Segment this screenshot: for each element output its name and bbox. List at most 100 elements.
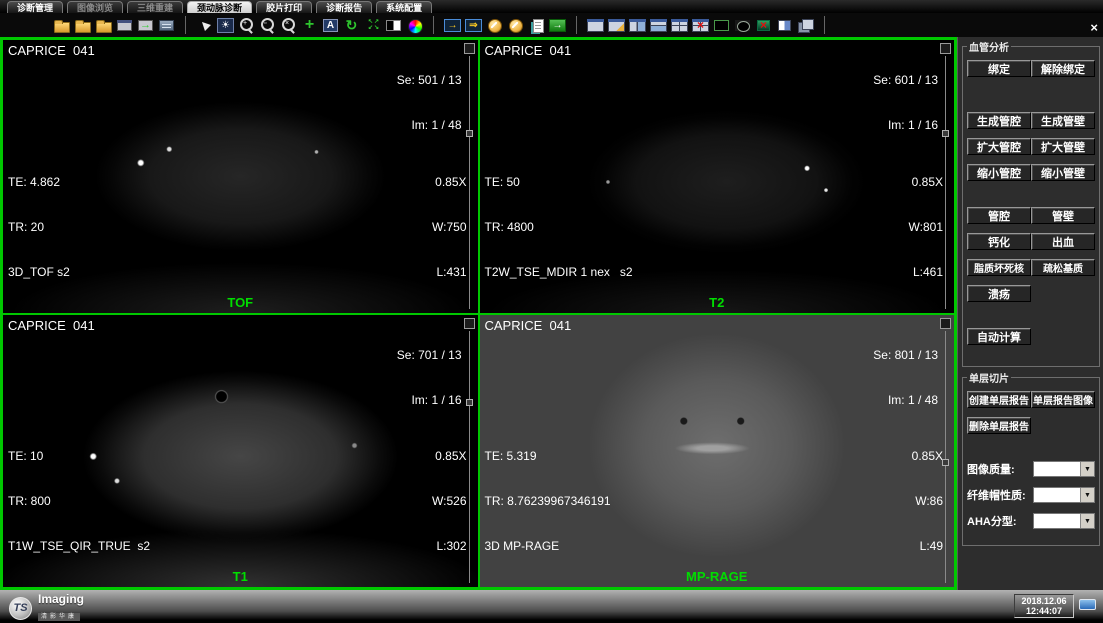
edit-tool-icon[interactable] (506, 16, 525, 35)
slice-scroll-thumb[interactable] (942, 130, 949, 137)
link-layout-icon[interactable]: ⇒ (464, 16, 483, 35)
shrink-lumen-button[interactable]: 缩小管腔 (967, 164, 1031, 181)
tr-label: TR: 8.76239967346191 (485, 494, 611, 509)
layout-single-icon[interactable] (586, 16, 605, 35)
link-series-icon[interactable]: → (443, 16, 462, 35)
archive-icon[interactable] (157, 16, 176, 35)
minimize-window-icon[interactable] (115, 16, 134, 35)
window-width-label: W:750 (432, 220, 466, 235)
window-level-icon[interactable]: ☀ (216, 16, 235, 35)
slice-scroll-box[interactable] (940, 318, 951, 329)
open-study-folder-icon[interactable] (73, 16, 92, 35)
slice-scroll-box[interactable] (940, 43, 951, 54)
layout-1x2-icon[interactable] (628, 16, 647, 35)
delete-slice-report-button[interactable]: 删除单层报告 (967, 417, 1031, 434)
dropdown-arrow-icon[interactable] (1080, 488, 1094, 502)
fibrous-cap-select[interactable] (1033, 487, 1095, 503)
network-status-icon (1079, 599, 1096, 610)
menu-tab-4[interactable]: 颈动脉诊断 (187, 1, 252, 13)
layout-2x2-icon[interactable] (670, 16, 689, 35)
expand-lumen-button[interactable]: 扩大管腔 (967, 138, 1031, 155)
import-images-icon[interactable]: → (136, 16, 155, 35)
lumen-button[interactable]: 管腔 (967, 207, 1031, 224)
open-patient-folder-icon[interactable] (52, 16, 71, 35)
single-slice-title: 单层切片 (967, 370, 1011, 385)
patient-id-label: CAPRICE 041 (8, 318, 95, 333)
image-quality-select[interactable] (1033, 461, 1095, 477)
pan-tool-icon[interactable]: + (300, 16, 319, 35)
hemorrhage-button[interactable]: 出血 (1031, 233, 1095, 250)
zoom-in-icon[interactable]: + (237, 16, 256, 35)
fit-to-window-icon[interactable]: ↖↗↙↘ (363, 16, 382, 35)
toolbar-separator (824, 16, 825, 34)
shrink-wall-button[interactable]: 缩小管壁 (1031, 164, 1095, 181)
layout-2x1-icon[interactable] (649, 16, 668, 35)
cascade-windows-icon[interactable] (796, 16, 815, 35)
sequence-label: 3D_TOF s2 (8, 265, 70, 280)
split-view-icon[interactable] (775, 16, 794, 35)
bind-button[interactable]: 绑定 (967, 60, 1031, 77)
date-label: 2018.12.06 (1015, 596, 1073, 606)
unbind-button[interactable]: 解除绑定 (1031, 60, 1095, 77)
viewport-mprage[interactable]: CAPRICE 041 Se: 801 / 13 Im: 1 / 48 TE: … (479, 314, 956, 589)
layout-custom-icon[interactable] (607, 16, 626, 35)
pseudo-color-icon[interactable] (405, 16, 424, 35)
menu-tab-5[interactable]: 胶片打印 (256, 1, 312, 13)
copy-report-icon[interactable] (527, 16, 546, 35)
slice-scroll-thumb[interactable] (942, 459, 949, 466)
slice-scroll-track[interactable] (469, 331, 470, 584)
calcification-button[interactable]: 钙化 (967, 233, 1031, 250)
zoom-region-icon[interactable]: ▫ (258, 16, 277, 35)
wall-button[interactable]: 管壁 (1031, 207, 1095, 224)
zoom-factor-label: 0.85X (909, 175, 943, 190)
dropdown-arrow-icon[interactable] (1080, 462, 1094, 476)
slice-scroll-track[interactable] (945, 331, 946, 584)
dropdown-arrow-icon[interactable] (1080, 514, 1094, 528)
slice-scroll-thumb[interactable] (466, 130, 473, 137)
menu-tab-6[interactable]: 诊断报告 (316, 1, 372, 13)
slice-scroll-box[interactable] (464, 318, 475, 329)
ulcer-button[interactable]: 溃疡 (967, 285, 1031, 302)
sequence-label: T1W_TSE_QIR_TRUE s2 (8, 539, 150, 554)
menu-tab-2[interactable]: 图像浏览 (67, 1, 123, 13)
slice-scroll-thumb[interactable] (466, 399, 473, 406)
generate-lumen-button[interactable]: 生成管腔 (967, 112, 1031, 129)
viewport-t2[interactable]: CAPRICE 041 Se: 601 / 13 Im: 1 / 16 TE: … (479, 39, 956, 314)
roi-rectangle-icon[interactable] (712, 16, 731, 35)
expand-wall-button[interactable]: 扩大管壁 (1031, 138, 1095, 155)
single-slice-panel: 单层切片 创建单层报告 单层报告图像 删除单层报告 图像质量: 纤维帽性质: A… (962, 370, 1100, 546)
roi-ellipse-icon[interactable] (733, 16, 752, 35)
series-number-label: Se: 601 / 13 (873, 73, 938, 88)
menu-tab-7[interactable]: 系统配置 (376, 1, 432, 13)
loose-matrix-button[interactable]: 疏松基质 (1031, 259, 1095, 276)
slice-scroll-track[interactable] (469, 56, 470, 309)
zoom-reset-icon[interactable]: × (279, 16, 298, 35)
auto-calculate-button[interactable]: 自动计算 (967, 328, 1031, 345)
viewport-tof[interactable]: CAPRICE 041 Se: 501 / 13 Im: 1 / 48 TE: … (2, 39, 479, 314)
open-series-folder-icon[interactable] (94, 16, 113, 35)
window-level-label: L:461 (909, 265, 943, 280)
pointer-tool-icon[interactable]: ▶ (191, 12, 218, 39)
logo-badge: TS (9, 597, 32, 620)
slice-report-image-button[interactable]: 单层报告图像 (1031, 391, 1095, 408)
slice-scroll-box[interactable] (464, 43, 475, 54)
viewport-t1[interactable]: CAPRICE 041 Se: 701 / 13 Im: 1 / 16 TE: … (2, 314, 479, 589)
annotation-tool-icon[interactable]: A (321, 16, 340, 35)
acquisition-params: TE: 5.319 TR: 8.76239967346191 3D MP-RAG… (485, 419, 611, 584)
export-image-icon[interactable]: → (548, 16, 567, 35)
create-slice-report-button[interactable]: 创建单层报告 (967, 391, 1031, 408)
tr-label: TR: 800 (8, 494, 150, 509)
slice-scroll-track[interactable] (945, 56, 946, 309)
close-layout-icon[interactable]: × (691, 16, 710, 35)
menu-tab-3[interactable]: 三维重建 (127, 1, 183, 13)
invert-image-icon[interactable] (384, 16, 403, 35)
close-icon[interactable]: × (1090, 21, 1098, 34)
refresh-icon[interactable]: ↻ (342, 16, 361, 35)
generate-wall-button[interactable]: 生成管壁 (1031, 112, 1095, 129)
measure-tool-icon[interactable] (485, 16, 504, 35)
lipid-necrotic-core-button[interactable]: 脂质坏死核 (967, 259, 1031, 276)
delete-roi-icon[interactable]: × (754, 16, 773, 35)
aha-type-select[interactable] (1033, 513, 1095, 529)
menu-tab-1[interactable]: 诊断管理 (7, 1, 63, 13)
analysis-sidebar: 血管分析 绑定 解除绑定 生成管腔 生成管壁 扩大管腔 扩大管壁 缩小管腔 缩小… (957, 37, 1103, 590)
